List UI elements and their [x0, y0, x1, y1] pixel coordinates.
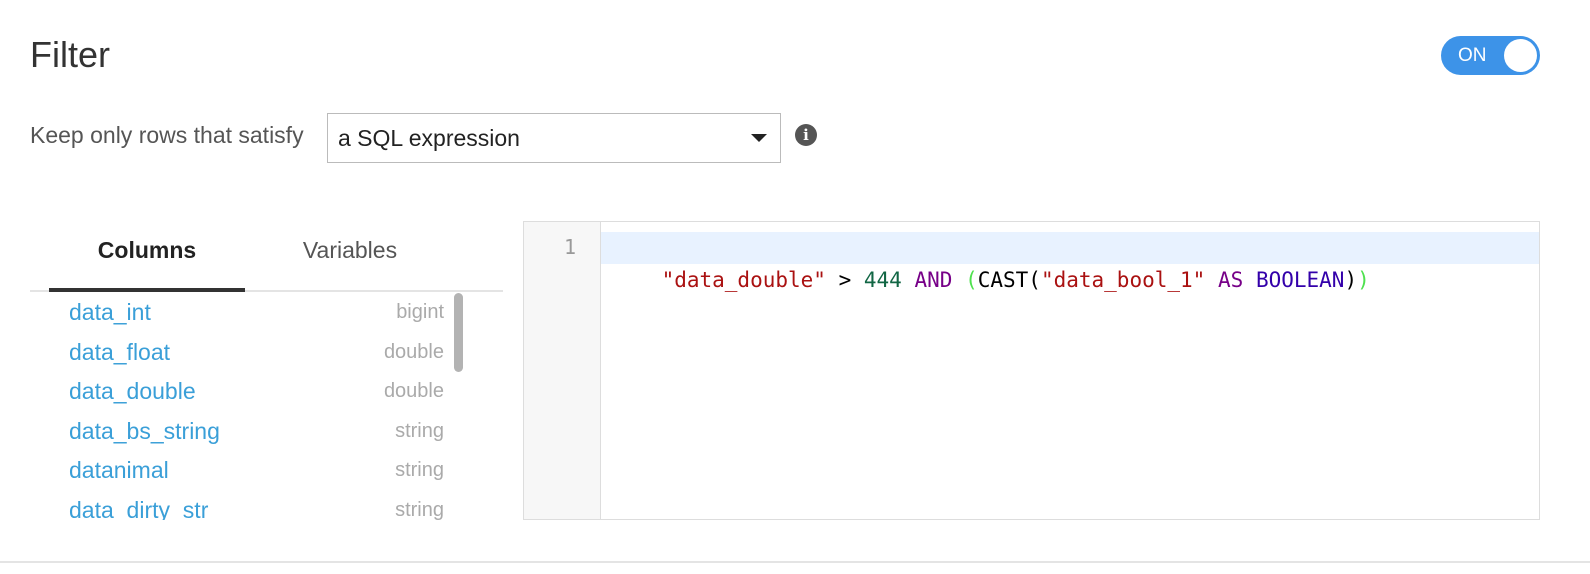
- info-icon[interactable]: i: [795, 124, 817, 146]
- code-token: AS: [1217, 268, 1244, 292]
- code-token: (: [965, 268, 978, 292]
- column-type: string: [395, 459, 444, 481]
- column-type: string: [395, 498, 444, 521]
- code-token: 444: [863, 268, 902, 292]
- toggle-knob: [1504, 39, 1537, 72]
- code-token: ): [1344, 268, 1358, 292]
- filter-mode-value: a SQL expression: [338, 125, 520, 151]
- column-type: double: [383, 340, 444, 363]
- column-name[interactable]: data_bs_string: [69, 411, 220, 451]
- editor-gutter: 1: [524, 222, 601, 519]
- code-line[interactable]: "data_double" > 444 AND (CAST("data_bool…: [611, 232, 1370, 328]
- code-token: BOOLEAN: [1255, 268, 1345, 292]
- code-token: CAST(: [977, 268, 1041, 292]
- tab-variables[interactable]: Variables: [265, 222, 435, 290]
- list-item[interactable]: data_dirty_str string: [30, 490, 444, 521]
- column-list[interactable]: data_int bigint data_float double data_d…: [30, 292, 470, 520]
- code-token: ): [1357, 268, 1370, 292]
- keep-rows-label: Keep only rows that satisfy: [30, 122, 304, 148]
- column-list-scrollbar[interactable]: [454, 293, 463, 372]
- section-divider: [0, 561, 1590, 563]
- column-type: string: [395, 419, 444, 442]
- filter-mode-select[interactable]: a SQL expression: [327, 113, 781, 163]
- code-token: "data_bool_1": [1040, 268, 1206, 292]
- list-item[interactable]: data_int bigint: [30, 292, 444, 332]
- list-item[interactable]: data_float double: [30, 332, 444, 372]
- toggle-label: ON: [1458, 45, 1487, 66]
- tab-columns[interactable]: Columns: [49, 222, 245, 292]
- column-type: double: [383, 380, 444, 402]
- list-item[interactable]: data_bs_string string: [30, 411, 444, 451]
- column-name[interactable]: datanimal: [69, 450, 169, 490]
- column-name[interactable]: data_float: [69, 332, 170, 372]
- column-name[interactable]: data_dirty_str: [69, 490, 208, 521]
- list-item[interactable]: data_double double: [30, 371, 444, 411]
- filter-enabled-toggle[interactable]: ON: [1441, 36, 1540, 75]
- column-name[interactable]: data_int: [69, 292, 151, 332]
- code-token: AND: [914, 268, 953, 292]
- column-variable-tabs: Columns Variables: [30, 222, 503, 292]
- line-number: 1: [563, 235, 576, 259]
- code-token: >: [825, 268, 864, 292]
- page-title: Filter: [30, 34, 110, 75]
- list-item[interactable]: datanimal string: [30, 450, 444, 490]
- sql-expression-editor[interactable]: 1 "data_double" > 444 AND (CAST("data_bo…: [523, 221, 1540, 520]
- column-type: bigint: [396, 301, 444, 323]
- code-token: "data_double": [661, 268, 826, 292]
- column-name[interactable]: data_double: [69, 371, 196, 411]
- caret-down-icon: [751, 134, 767, 142]
